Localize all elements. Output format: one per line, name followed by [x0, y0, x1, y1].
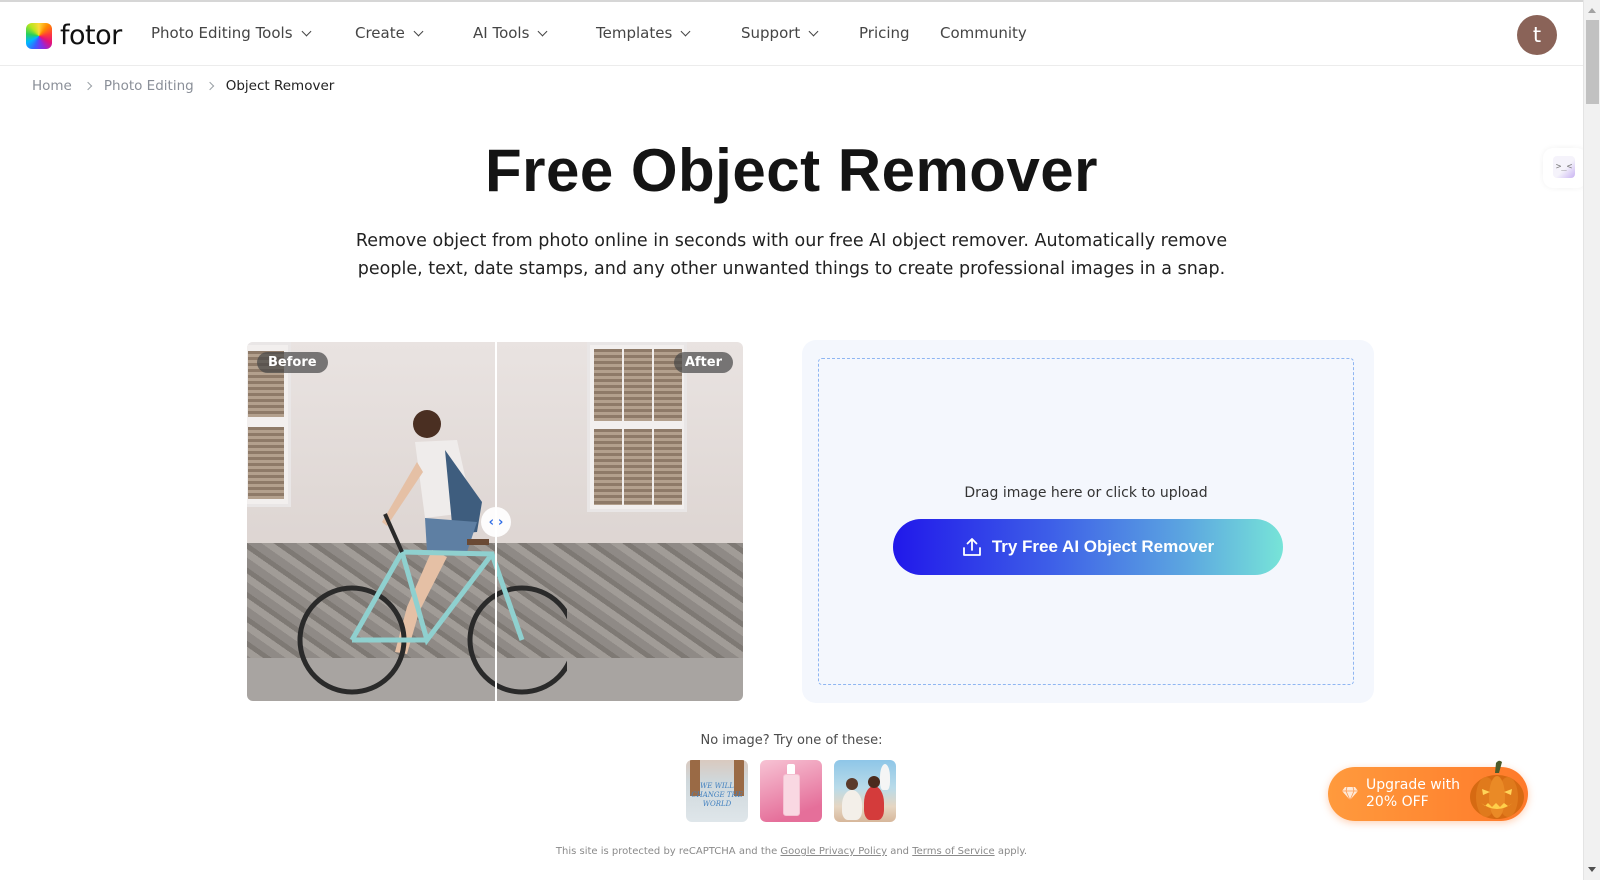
privacy-policy-link[interactable]: Google Privacy Policy: [780, 846, 887, 857]
chevron-down-icon: [537, 26, 548, 36]
nav-item-ai-tools[interactable]: AI Tools: [473, 24, 548, 42]
upload-dropzone[interactable]: Drag image here or click to upload Try F…: [818, 358, 1354, 685]
nav-item-label: AI Tools: [473, 24, 530, 42]
try-object-remover-button[interactable]: Try Free AI Object Remover: [893, 519, 1283, 575]
breadcrumb-home[interactable]: Home: [32, 78, 72, 94]
nav-item-label: Photo Editing Tools: [151, 24, 293, 42]
photo-window-right: [587, 342, 687, 512]
page-subtitle: Remove object from photo online in secon…: [355, 231, 1228, 279]
before-label: Before: [257, 352, 328, 373]
upload-panel: Drag image here or click to upload Try F…: [802, 340, 1374, 703]
chevron-down-icon: [301, 26, 311, 36]
breadcrumb-current: Object Remover: [225, 78, 335, 94]
fotor-logo-icon: [26, 22, 52, 49]
chevron-right-icon: ›: [498, 514, 504, 530]
breadcrumb: Home Photo Editing Object Remover: [32, 78, 334, 94]
page-scrollbar[interactable]: [1583, 0, 1600, 880]
logo-text: fotor: [60, 20, 122, 51]
breadcrumb-photo-editing[interactable]: Photo Editing: [104, 78, 194, 94]
upgrade-text: Upgrade with 20% OFF: [1366, 777, 1461, 810]
sample-image-tshirt[interactable]: WE WILL CHANGE THE WORLD: [686, 760, 748, 822]
nav-item-create[interactable]: Create: [355, 24, 424, 42]
compare-slider-handle[interactable]: ‹ ›: [481, 507, 511, 537]
diamond-icon: [1342, 786, 1358, 800]
nav-item-templates[interactable]: Templates: [596, 24, 691, 42]
nav-item-community[interactable]: Community: [940, 24, 1027, 42]
button-label: Try Free AI Object Remover: [991, 537, 1215, 556]
top-navigation: fotor Photo Editing Tools Create AI Tool…: [0, 2, 1583, 66]
page-title: Free Object Remover: [484, 137, 1099, 204]
upgrade-promo-button[interactable]: Upgrade with 20% OFF: [1328, 760, 1528, 821]
pumpkin-icon: [1470, 760, 1524, 819]
upload-icon: [962, 538, 981, 556]
fotor-logo[interactable]: fotor: [26, 20, 122, 51]
chevron-down-icon: [413, 26, 424, 36]
chevron-down-icon: [680, 26, 691, 36]
nav-item-photo-editing-tools[interactable]: Photo Editing Tools: [151, 24, 311, 42]
chevron-right-icon: [83, 81, 93, 91]
before-after-compare[interactable]: ‹ › Before After: [247, 342, 743, 701]
nav-item-pricing[interactable]: Pricing: [859, 24, 910, 42]
scroll-up-arrow-icon[interactable]: [1588, 8, 1596, 13]
nav-item-label: Templates: [596, 24, 673, 42]
nav-item-label: Support: [741, 24, 801, 42]
user-avatar[interactable]: t: [1517, 15, 1557, 55]
nav-item-label: Pricing: [859, 24, 910, 42]
chevron-down-icon: [808, 26, 819, 36]
chevron-left-icon: ‹: [488, 514, 494, 530]
scrollbar-thumb[interactable]: [1586, 20, 1599, 104]
terms-of-service-link[interactable]: Terms of Service: [912, 846, 994, 857]
sample-image-bottle[interactable]: [760, 760, 822, 822]
upload-hint: Drag image here or click to upload: [964, 485, 1208, 501]
nav-item-label: Community: [940, 24, 1027, 42]
scroll-down-arrow-icon[interactable]: [1588, 867, 1596, 872]
chevron-right-icon: [205, 81, 214, 91]
samples-label: No image? Try one of these:: [700, 733, 883, 748]
after-label: After: [673, 352, 733, 373]
recaptcha-notice: This site is protected by reCAPTCHA and …: [555, 846, 1028, 857]
sample-image-beach[interactable]: [834, 760, 896, 822]
nav-item-support[interactable]: Support: [741, 24, 819, 42]
nav-item-label: Create: [355, 24, 405, 42]
girl-on-bicycle: [297, 410, 567, 695]
sample-images: WE WILL CHANGE THE WORLD: [686, 760, 896, 822]
sample-tshirt-text: WE WILL CHANGE THE WORLD: [691, 782, 743, 808]
